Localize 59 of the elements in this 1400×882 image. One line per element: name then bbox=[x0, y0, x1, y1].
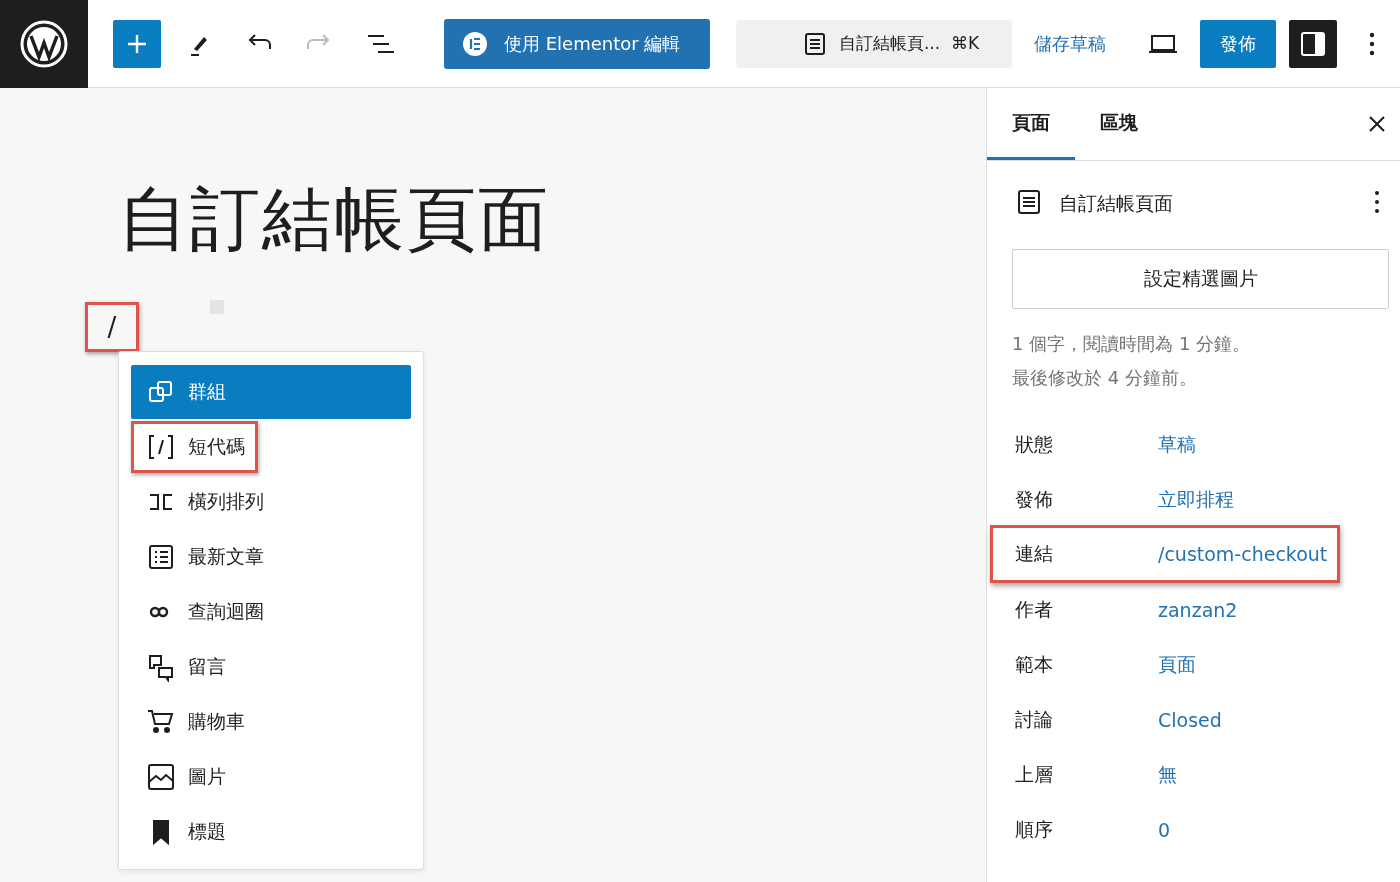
elementor-button[interactable]: 使用 Elementor 編輯 bbox=[444, 18, 710, 69]
menu-item-label: 圖片 bbox=[188, 764, 226, 789]
shortcode-icon bbox=[146, 432, 176, 462]
block-input[interactable]: / bbox=[85, 302, 139, 352]
sidebar-tab[interactable]: 區塊 bbox=[1075, 88, 1163, 160]
field-value-link[interactable]: 立即排程 bbox=[1158, 486, 1234, 513]
plus-icon bbox=[126, 32, 148, 55]
menu-item-label: 留言 bbox=[188, 654, 226, 679]
menu-item[interactable]: 短代碼 bbox=[131, 420, 411, 474]
menu-item[interactable]: 查詢迴圈 bbox=[131, 585, 411, 639]
menu-item-label: 最新文章 bbox=[188, 544, 264, 569]
save-draft-link[interactable]: 儲存草稿 bbox=[1034, 31, 1106, 56]
wordpress-logo[interactable] bbox=[0, 0, 88, 88]
command-bar[interactable]: 自訂結帳頁... ⌘K bbox=[736, 19, 1012, 68]
menu-item-label: 查詢迴圈 bbox=[188, 599, 264, 624]
sidebar-icon bbox=[1300, 30, 1326, 57]
field-label: 作者 bbox=[1015, 596, 1054, 622]
menu-item[interactable]: 留言 bbox=[131, 640, 411, 694]
document-stat: 1 個字，閱讀時間為 1 分鐘。 bbox=[1012, 333, 1252, 355]
menu-item[interactable]: 最新文章 bbox=[131, 530, 411, 584]
add-block-button[interactable] bbox=[113, 19, 161, 68]
menu-item-label: 標題 bbox=[188, 819, 226, 844]
document-stat: 最後修改於 4 分鐘前。 bbox=[1012, 367, 1198, 389]
page-title[interactable]: 自訂結帳頁面 bbox=[118, 184, 986, 254]
document-icon bbox=[802, 31, 827, 56]
field-value-link[interactable]: 草稿 bbox=[1158, 431, 1196, 458]
menu-item[interactable]: 群組 bbox=[131, 365, 411, 419]
field-value-link[interactable]: zanzan2 bbox=[1158, 598, 1238, 621]
field-label: 範本 bbox=[1015, 651, 1054, 677]
menu-item[interactable]: 圖片 bbox=[131, 750, 411, 804]
menu-item-label: 購物車 bbox=[188, 709, 245, 734]
field-value-link[interactable]: Closed bbox=[1158, 708, 1222, 731]
field-label: 順序 bbox=[1015, 816, 1054, 842]
menu-item[interactable]: 購物車 bbox=[131, 695, 411, 749]
field-value-link[interactable]: 頁面 bbox=[1158, 651, 1196, 678]
document-title: 自訂結帳頁面 bbox=[1059, 191, 1174, 216]
more-options-icon[interactable] bbox=[1369, 30, 1375, 57]
field-label: 討論 bbox=[1015, 706, 1054, 732]
comments-icon bbox=[146, 652, 176, 682]
publish-button[interactable]: 發佈 bbox=[1200, 19, 1276, 68]
field-label: 狀態 bbox=[1015, 431, 1054, 457]
elementor-icon bbox=[462, 30, 488, 57]
menu-item[interactable]: 標題 bbox=[131, 805, 411, 859]
featured-image-button[interactable]: 設定精選圖片 bbox=[1012, 249, 1389, 309]
field-label: 上層 bbox=[1015, 761, 1054, 787]
menu-item-label: 短代碼 bbox=[188, 434, 245, 459]
menu-item[interactable]: 橫列排列 bbox=[131, 475, 411, 529]
image-icon bbox=[146, 762, 176, 792]
field-value-link[interactable]: 0 bbox=[1158, 818, 1171, 841]
field-label: 發佈 bbox=[1015, 486, 1054, 512]
field-value-link[interactable]: /custom-checkout bbox=[1158, 543, 1328, 565]
settings-toggle-button[interactable] bbox=[1289, 19, 1337, 68]
menu-item-label: 群組 bbox=[188, 379, 226, 404]
field-value-link[interactable]: 無 bbox=[1158, 761, 1177, 788]
menu-item-label: 橫列排列 bbox=[188, 489, 264, 514]
field-label: 連結 bbox=[1015, 541, 1054, 566]
list-icon bbox=[146, 542, 176, 572]
laptop-icon[interactable] bbox=[1148, 32, 1178, 55]
sidebar-tab[interactable]: 頁面 bbox=[987, 88, 1075, 160]
